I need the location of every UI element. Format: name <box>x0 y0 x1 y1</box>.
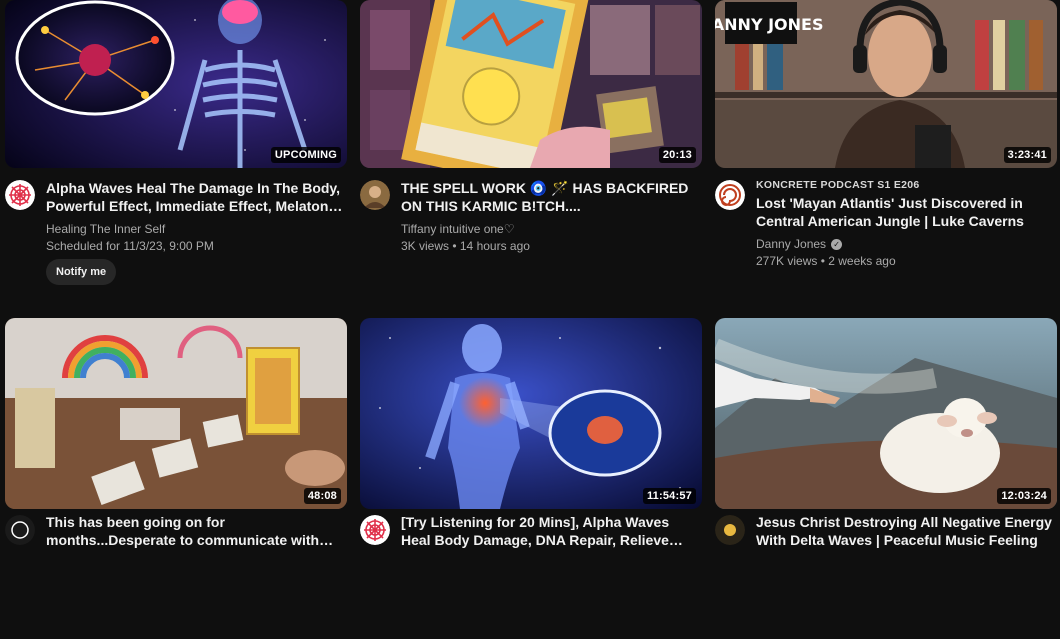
video-card[interactable]: 48:08 This has been going on for months.… <box>5 318 347 639</box>
video-thumbnail[interactable]: UPCOMING <box>5 0 347 168</box>
channel-avatar[interactable] <box>5 515 35 545</box>
channel-avatar[interactable] <box>360 515 390 545</box>
video-title[interactable]: THE SPELL WORK 🧿 🪄 HAS BACKFIRED ON THIS… <box>401 179 698 215</box>
person-avatar-icon <box>360 180 390 210</box>
tarot-table-icon <box>5 318 347 509</box>
video-thumbnail[interactable]: 48:08 <box>5 318 347 509</box>
video-card[interactable]: 11:54:57 [Try Listening for 20 Mins], Al… <box>360 318 702 639</box>
video-stats: 277K views • 2 weeks ago <box>756 254 896 268</box>
video-thumbnail[interactable]: DANNY JONES 3:23:41 <box>715 0 1057 168</box>
channel-avatar[interactable] <box>360 180 390 210</box>
video-meta: KONCRETE PODCAST S1 E206 Lost 'Mayan Atl… <box>715 168 1057 298</box>
video-meta: THE SPELL WORK 🧿 🪄 HAS BACKFIRED ON THIS… <box>360 168 702 298</box>
svg-text:DANNY JONES: DANNY JONES <box>715 15 824 34</box>
video-thumbnail[interactable]: 11:54:57 <box>360 318 702 509</box>
video-title[interactable]: Alpha Waves Heal The Damage In The Body,… <box>46 179 343 215</box>
verified-check-icon: ✓ <box>831 238 843 250</box>
video-title[interactable]: Jesus Christ Destroying All Negative Ene… <box>756 513 1053 549</box>
video-info: THE SPELL WORK 🧿 🪄 HAS BACKFIRED ON THIS… <box>401 179 698 253</box>
channel-avatar-icon <box>5 515 35 545</box>
duration-badge: 11:54:57 <box>642 488 696 504</box>
video-stats: 3K views • 14 hours ago <box>401 239 530 253</box>
channel-name[interactable]: Healing The Inner Self <box>46 222 343 236</box>
duration-badge: 12:03:24 <box>997 488 1051 504</box>
video-card[interactable]: 12:03:24 Jesus Christ Destroying All Neg… <box>715 318 1057 639</box>
glowing-body-icon <box>360 318 702 509</box>
channel-avatar[interactable] <box>5 180 35 210</box>
spiral-avatar-icon <box>715 180 745 210</box>
lamb-hand-icon <box>715 318 1057 509</box>
video-meta: This has been going on for months...Desp… <box>5 509 347 639</box>
video-info: [Try Listening for 20 Mins], Alpha Waves… <box>401 513 698 549</box>
video-title[interactable]: This has been going on for months...Desp… <box>46 513 343 549</box>
podcast-label[interactable]: KONCRETE PODCAST S1 E206 <box>756 179 1053 191</box>
upcoming-badge: UPCOMING <box>270 147 341 163</box>
channel-name[interactable]: Danny Jones <box>756 237 826 251</box>
video-grid: UPCOMING Alpha Waves Heal The Damage In … <box>0 0 1060 555</box>
mandala-avatar-icon <box>360 515 390 545</box>
sun-avatar-icon <box>715 515 745 545</box>
duration-badge: 20:13 <box>658 147 696 163</box>
video-info: Alpha Waves Heal The Damage In The Body,… <box>46 179 343 285</box>
video-meta: [Try Listening for 20 Mins], Alpha Waves… <box>360 509 702 639</box>
video-title[interactable]: [Try Listening for 20 Mins], Alpha Waves… <box>401 513 698 549</box>
tarot-cards-icon <box>360 0 702 168</box>
video-info: KONCRETE PODCAST S1 E206 Lost 'Mayan Atl… <box>756 179 1053 268</box>
video-thumbnail[interactable]: 12:03:24 <box>715 318 1057 509</box>
channel-name[interactable]: Tiffany intuitive one♡ <box>401 222 698 236</box>
video-meta: Alpha Waves Heal The Damage In The Body,… <box>5 168 347 298</box>
video-meta: Jesus Christ Destroying All Negative Ene… <box>715 509 1057 639</box>
channel-avatar[interactable] <box>715 515 745 545</box>
notify-me-button[interactable]: Notify me <box>46 259 117 285</box>
video-card[interactable]: 20:13 THE SPELL WORK 🧿 🪄 HAS BACKFIRED O… <box>360 0 702 298</box>
video-title[interactable]: Lost 'Mayan Atlantis' Just Discovered in… <box>756 194 1053 230</box>
mandala-avatar-icon <box>5 180 35 210</box>
duration-badge: 3:23:41 <box>1003 147 1051 163</box>
video-info: Jesus Christ Destroying All Negative Ene… <box>756 513 1053 549</box>
video-thumbnail[interactable]: 20:13 <box>360 0 702 168</box>
video-card[interactable]: UPCOMING Alpha Waves Heal The Damage In … <box>5 0 347 298</box>
glowing-skeleton-brain-icon <box>5 0 347 168</box>
podcast-host-icon: DANNY JONES <box>715 0 1057 168</box>
duration-badge: 48:08 <box>303 488 341 504</box>
video-card[interactable]: DANNY JONES 3:23:41 KONCRETE PODCAST S1 … <box>715 0 1057 298</box>
video-schedule: Scheduled for 11/3/23, 9:00 PM <box>46 239 214 253</box>
video-info: This has been going on for months...Desp… <box>46 513 343 549</box>
channel-row: Danny Jones ✓ <box>756 237 1053 251</box>
channel-avatar[interactable] <box>715 180 745 210</box>
